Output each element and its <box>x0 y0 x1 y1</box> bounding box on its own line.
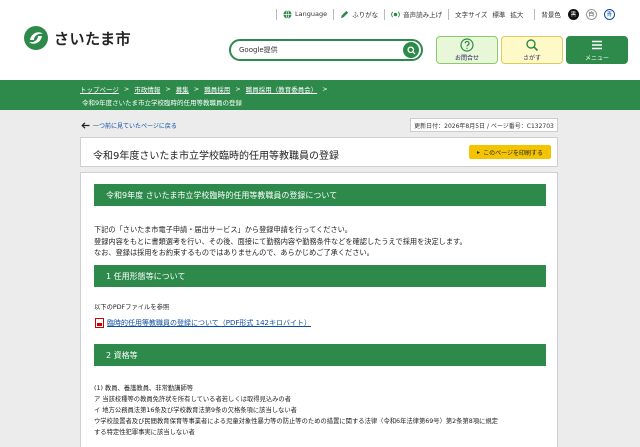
language-link[interactable]: Language <box>283 9 328 19</box>
pdf-link-label: 臨時的任用等教職員の登録について（PDF形式 142キロバイト） <box>107 319 312 327</box>
menu-button[interactable]: メニュー <box>566 36 628 64</box>
paragraph: なお、登録は採用をお約束するものではありませんので、あらかじめご了承ください。 <box>94 248 374 257</box>
breadcrumb-item[interactable]: 職員採用 <box>204 84 230 94</box>
contact-button[interactable]: お問合せ <box>436 36 498 64</box>
back-arrow-icon <box>81 122 90 129</box>
furigana-label: ふりがな <box>352 11 379 19</box>
question-icon <box>460 38 474 52</box>
pencil-icon <box>340 10 349 18</box>
chevron-right-icon: > <box>235 85 241 93</box>
page: さいたま市 Language ふりがな 音声読み上げ 文字サイズ 標準 拡大 背… <box>0 0 640 447</box>
breadcrumb-current: 令和9年度さいたま市立学校臨時的任用等教職員の登録 <box>82 99 242 107</box>
menu-label: メニュー <box>584 55 609 62</box>
breadcrumb-item[interactable]: 募集 <box>176 84 189 94</box>
update-info: 更新日付：2026年8月5日 / ページ番号：C132703 <box>410 118 558 132</box>
section-heading: 令和9年度 さいたま市立学校臨時的任用等教職員の登録について <box>94 184 546 206</box>
globe-icon <box>283 9 292 19</box>
city-emblem-icon <box>24 26 48 50</box>
font-size-label: 文字サイズ <box>455 11 488 19</box>
breadcrumb-item[interactable]: トップページ <box>80 84 119 94</box>
search-button[interactable] <box>403 42 419 58</box>
site-logo-text: さいたま市 <box>54 29 132 48</box>
search-input[interactable]: Google提供 <box>239 45 278 55</box>
speaker-icon <box>391 10 400 18</box>
list-item: (1) 教員、養護教員、非常勤講師等 <box>94 385 194 392</box>
bg-color-label: 背景色 <box>541 11 561 19</box>
section-heading: 1 任用形態等について <box>94 265 546 287</box>
bg-white-button[interactable]: 白 <box>585 8 597 20</box>
print-button[interactable]: ▸ このページを印刷する <box>469 145 551 159</box>
chevron-right-icon: > <box>193 85 200 93</box>
hamburger-icon <box>592 40 602 50</box>
list-item: ウ学校設置者及び民間教育保育等事業者による児童対象性暴力等の防止等のための措置に… <box>94 418 498 425</box>
section-heading: 2 資格等 <box>94 344 546 366</box>
language-label: Language <box>295 10 328 18</box>
pdf-download-link[interactable]: 臨時的任用等教職員の登録について（PDF形式 142キロバイト） <box>95 318 311 328</box>
font-large-button[interactable]: 拡大 <box>510 9 523 19</box>
back-link-label: 一つ前に見ていたページに戻る <box>93 123 177 130</box>
back-link[interactable]: 一つ前に見ていたページに戻る <box>81 121 177 130</box>
divider <box>384 8 386 20</box>
breadcrumb-item[interactable]: 市政情報 <box>134 84 160 94</box>
chevron-right-icon: > <box>123 85 130 93</box>
list-item: ア 当該校種等の教員免許状を所有している者若しくは取得見込みの者 <box>94 396 292 403</box>
page-title: 令和9年度さいたま市立学校臨時的任用等教職員の登録 <box>93 151 340 162</box>
find-label: さがす <box>522 55 541 62</box>
bg-black-button[interactable]: 黒 <box>567 8 579 20</box>
paragraph: 登録内容をもとに書類選考を行い、その後、面接にて勤務内容や勤務条件などを確認した… <box>94 236 467 246</box>
font-size-control: 文字サイズ 標準 拡大 <box>455 9 528 19</box>
search-box[interactable]: Google提供 <box>229 39 423 61</box>
paragraph: 下記の「さいたま市電子申請・届出サービス」から登録申請を行ってください。 <box>94 225 352 234</box>
site-header: さいたま市 Language ふりがな 音声読み上げ 文字サイズ 標準 拡大 背… <box>0 0 640 80</box>
divider <box>534 8 536 20</box>
breadcrumb-item[interactable]: 職員採用（教育委員会） <box>246 84 318 94</box>
search-icon <box>406 45 416 55</box>
find-button[interactable]: さがす <box>501 36 563 64</box>
chevron-right-icon: > <box>165 85 171 93</box>
divider <box>448 8 450 20</box>
chevron-right-icon: ▸ <box>477 148 481 156</box>
main-content: 令和9年度 さいたま市立学校臨時的任用等教職員の登録について 下記の「さいたま市… <box>80 172 558 447</box>
list-item: イ 地方公務員法第16条及び学校教育法第9条の欠格条項に該当しない者 <box>94 407 297 414</box>
site-logo[interactable]: さいたま市 <box>22 24 131 52</box>
divider <box>333 8 335 20</box>
magnifier-icon <box>526 39 539 52</box>
bg-color-control: 背景色 黒 白 青 <box>541 8 620 20</box>
chevron-right-icon: > <box>322 85 328 93</box>
furigana-link[interactable]: ふりがな <box>340 9 378 19</box>
breadcrumb-links: トップページ > 市政情報 > 募集 > 職員採用 > 職員採用（教育委員会） > <box>80 84 333 94</box>
contact-label: お問合せ <box>454 55 479 62</box>
breadcrumb: トップページ > 市政情報 > 募集 > 職員採用 > 職員採用（教育委員会） > 令和9… <box>0 80 640 110</box>
divider <box>276 8 277 20</box>
utility-bar: Language ふりがな 音声読み上げ 文字サイズ 標準 拡大 背景色 黒 白… <box>270 7 620 21</box>
voice-label: 音声読み上げ <box>403 11 443 19</box>
font-standard-button[interactable]: 標準 <box>492 9 505 19</box>
voice-link[interactable]: 音声読み上げ <box>391 9 442 19</box>
pdf-icon <box>95 318 104 328</box>
list-item: する特定性犯罪事実に該当しない者 <box>94 429 195 436</box>
paragraph: 以下のPDFファイルを参照 <box>94 304 170 311</box>
print-label: このページを印刷する <box>483 149 543 157</box>
page-title-box: 令和9年度さいたま市立学校臨時的任用等教職員の登録 ▸ このページを印刷する <box>80 137 558 167</box>
bg-blue-button[interactable]: 青 <box>603 8 615 20</box>
